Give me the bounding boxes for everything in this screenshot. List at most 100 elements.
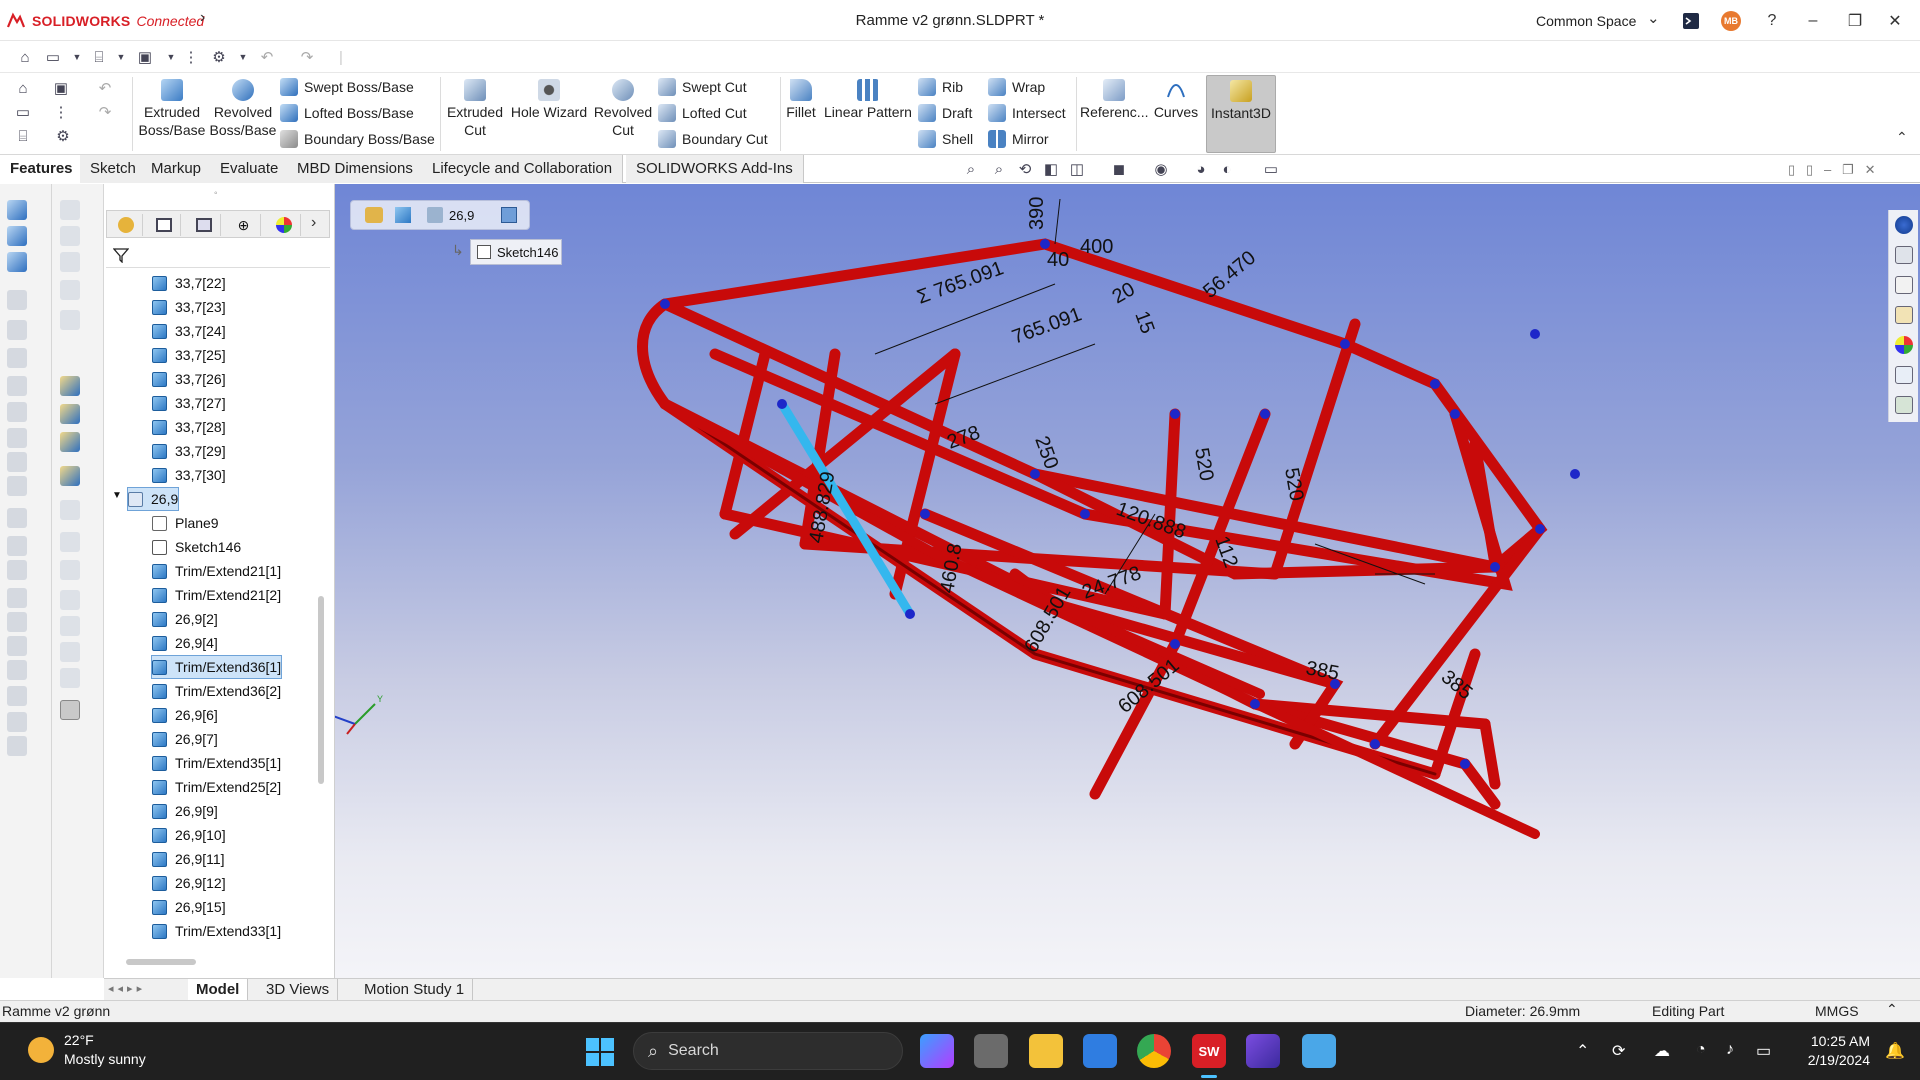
microsoft-store-icon[interactable] — [1083, 1034, 1117, 1068]
tree-item[interactable]: 26,9[15] — [152, 896, 226, 918]
tree-item[interactable]: 26,9[2] — [152, 608, 218, 630]
body-icon[interactable] — [395, 207, 411, 223]
taskbar-clock[interactable]: 10:25 AM 2/19/2024 — [1790, 1032, 1870, 1070]
weather-icon[interactable] — [28, 1037, 54, 1063]
rebuild-icon[interactable]: ⋮ — [50, 101, 72, 123]
feature-tool-icon[interactable] — [60, 560, 80, 580]
home-small-icon[interactable]: ⌂ — [12, 77, 34, 99]
sketch-tool-icon[interactable] — [7, 660, 27, 680]
shell-button[interactable]: Shell — [918, 128, 973, 150]
media-app-icon[interactable] — [1246, 1034, 1280, 1068]
hide-show-icon[interactable]: ◉ — [1150, 158, 1172, 180]
feature-tool-icon[interactable] — [60, 252, 80, 272]
status-units[interactable]: MMGS — [1815, 1003, 1859, 1019]
rib-button[interactable]: Rib — [918, 76, 963, 98]
collapse-toggle-icon[interactable]: ▼ — [112, 490, 122, 501]
tree-item[interactable]: Trim/Extend36[2] — [152, 680, 281, 702]
sketch-tool-icon[interactable] — [7, 320, 27, 340]
sketch-tool-icon[interactable] — [7, 712, 27, 732]
zoom-to-fit-icon[interactable]: ⌕ — [960, 158, 982, 180]
section-view-icon[interactable]: ◧ — [1040, 158, 1062, 180]
sketch-tool-icon[interactable] — [7, 200, 27, 220]
chevron-down-icon[interactable]: ▼ — [66, 46, 88, 68]
tab-features[interactable]: Features — [0, 155, 84, 183]
draft-button[interactable]: Draft — [918, 102, 972, 124]
intersect-button[interactable]: Intersect — [988, 102, 1066, 124]
tree-scrollbar[interactable] — [318, 596, 324, 784]
revolved-cut-button[interactable]: Revolved Cut — [592, 75, 654, 139]
tree-item[interactable]: Trim/Extend25[2] — [152, 776, 281, 798]
tree-item[interactable]: Trim/Extend36[1] — [150, 655, 283, 679]
feature-tool-icon[interactable] — [60, 226, 80, 246]
tree-item[interactable]: 33,7[29] — [152, 440, 226, 462]
lofted-boss-button[interactable]: Lofted Boss/Base — [280, 102, 414, 124]
wifi-icon[interactable]: ◔ — [1696, 1041, 1706, 1059]
tree-item[interactable]: 26,9[4] — [152, 632, 218, 654]
fillet-button[interactable]: Fillet — [782, 75, 820, 121]
onedrive-icon[interactable]: ☁ — [1654, 1041, 1670, 1061]
sketch-tool-icon[interactable] — [7, 428, 27, 448]
help-icon[interactable]: ? — [1759, 8, 1785, 34]
tab-sketch[interactable]: Sketch — [80, 155, 147, 183]
solidworks-logo[interactable]: SOLIDWORKS Connected — [6, 11, 204, 31]
sketch-tool-icon[interactable] — [7, 736, 27, 756]
linear-pattern-button[interactable]: Linear Pattern — [822, 75, 914, 121]
feature-tool-icon[interactable] — [60, 200, 80, 220]
wrap-button[interactable]: Wrap — [988, 76, 1045, 98]
file-explorer-icon[interactable] — [1895, 276, 1913, 294]
breadcrumb[interactable]: 26,9 — [350, 200, 530, 230]
breadcrumb-sketch[interactable]: Sketch146 — [470, 239, 562, 265]
tree-item[interactable]: Plane9 — [152, 512, 219, 534]
tree-item[interactable]: 33,7[30] — [152, 464, 226, 486]
sketch-tool-icon[interactable] — [7, 560, 27, 580]
tab-3d-views[interactable]: 3D Views — [258, 979, 339, 1001]
notepad-icon[interactable] — [1302, 1034, 1336, 1068]
user-avatar[interactable]: MB — [1718, 8, 1744, 34]
open-icon[interactable]: ⌸ — [88, 46, 110, 68]
appearance-icon[interactable]: ◕ — [1190, 158, 1212, 180]
tree-item[interactable]: 33,7[22] — [152, 272, 226, 294]
tree-item[interactable]: Sketch146 — [152, 536, 241, 558]
restore-icon[interactable]: ❐ — [1842, 8, 1868, 34]
redo-small-icon[interactable]: ↷ — [94, 101, 116, 123]
feature-tool-icon[interactable] — [60, 642, 80, 662]
file-explorer-icon[interactable] — [1029, 1034, 1063, 1068]
lofted-cut-button[interactable]: Lofted Cut — [658, 102, 747, 124]
selected-face-icon[interactable] — [501, 207, 517, 223]
tile-right-icon[interactable]: ▯ — [1806, 162, 1813, 177]
tree-item[interactable]: 33,7[28] — [152, 416, 226, 438]
feature-tool-icon[interactable] — [60, 500, 80, 520]
sketch-tool-icon[interactable] — [7, 452, 27, 472]
sketch-tool-icon[interactable] — [7, 252, 27, 272]
forum-icon[interactable] — [1895, 396, 1913, 414]
configuration-tab-icon[interactable] — [187, 214, 221, 236]
feature-tool-icon[interactable] — [60, 532, 80, 552]
task-view-icon[interactable] — [974, 1034, 1008, 1068]
chrome-icon[interactable] — [1137, 1034, 1171, 1068]
tree-item[interactable]: Trim/Extend21[2] — [152, 584, 281, 606]
save-icon[interactable]: ▣ — [134, 46, 156, 68]
redo-icon[interactable]: ↷ — [296, 46, 318, 68]
tree-item[interactable]: Trim/Extend35[1] — [152, 752, 281, 774]
zoom-area-icon[interactable]: ⌕ — [988, 158, 1010, 180]
tree-item[interactable]: 26,9[9] — [152, 800, 218, 822]
frame-model-svg[interactable]: Σ 765.091 765.091 400 390 40 56.470 15 2… — [335, 184, 1920, 978]
design-library-icon[interactable] — [1895, 246, 1913, 264]
options-gear-icon[interactable]: ⚙ — [208, 46, 230, 68]
boundary-cut-button[interactable]: Boundary Cut — [658, 128, 768, 150]
collapse-ribbon-icon[interactable]: ⌃ — [1896, 129, 1908, 146]
tree-item[interactable]: 33,7[23] — [152, 296, 226, 318]
tab-lifecycle[interactable]: Lifecycle and Collaboration — [422, 155, 624, 183]
feature-tool-icon[interactable] — [60, 376, 80, 396]
curves-button[interactable]: Curves — [1150, 75, 1202, 121]
dimxpert-tab-icon[interactable]: ⊕ — [227, 214, 261, 236]
tree-item[interactable]: 26,9[10] — [152, 824, 226, 846]
sync-icon[interactable]: ⟳ — [1612, 1041, 1625, 1061]
tree-item[interactable]: Trim/Extend33[1] — [152, 920, 281, 942]
tree-item[interactable]: 33,7[27] — [152, 392, 226, 414]
weather-widget[interactable]: 22°F Mostly sunny — [64, 1031, 146, 1069]
sketch-tool-icon[interactable] — [7, 612, 27, 632]
sketch-tool-icon[interactable] — [7, 508, 27, 528]
volume-icon[interactable]: ♪ — [1726, 1041, 1734, 1059]
feature-tool-icon[interactable] — [60, 466, 80, 486]
